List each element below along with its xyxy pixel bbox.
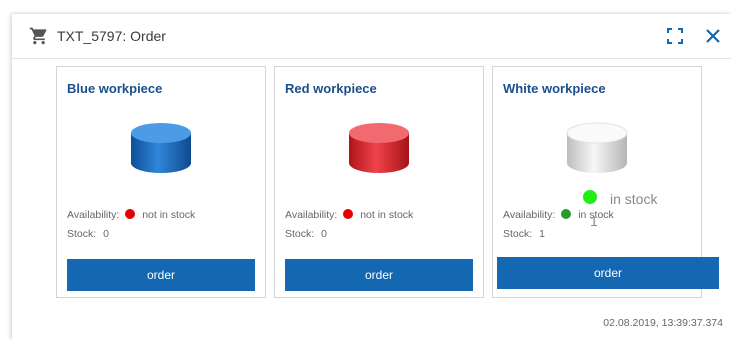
card-title: White workpiece <box>503 81 606 96</box>
live-status-dot <box>583 190 597 204</box>
workpiece-card-blue: Blue workpiece Availability: not in stoc… <box>56 66 266 298</box>
availability-status: not in stock <box>360 209 414 221</box>
live-status-text: in stock <box>610 191 658 207</box>
stock-row: Stock: 1 <box>503 228 545 240</box>
order-button-blue[interactable]: order <box>67 259 255 291</box>
expand-icon[interactable] <box>667 28 683 44</box>
stock-label: Stock: <box>503 228 533 240</box>
card-title: Red workpiece <box>285 81 377 96</box>
stock-label: Stock: <box>67 228 97 240</box>
availability-row: Availability: not in stock <box>67 209 195 221</box>
stock-value: 0 <box>321 228 327 240</box>
stock-value: 1 <box>539 228 545 240</box>
availability-status: not in stock <box>142 209 196 221</box>
stock-row: Stock: 0 <box>285 228 327 240</box>
availability-label: Availability: <box>285 209 338 221</box>
availability-row: Availability: not in stock <box>285 209 413 221</box>
workpiece-card-white: White workpiece Availability: in stock S… <box>492 66 719 298</box>
dialog-title: TXT_5797: Order <box>57 28 166 44</box>
order-button-red[interactable]: order <box>285 259 473 291</box>
status-dot <box>343 209 354 219</box>
dialog-titlebar: TXT_5797: Order <box>12 14 731 59</box>
order-button-white[interactable]: order <box>497 257 719 289</box>
cart-icon <box>29 27 47 45</box>
availability-label: Availability: <box>503 209 556 221</box>
order-dialog: TXT_5797: Order Blue workpiece Availabil… <box>12 14 731 340</box>
workpiece-card-red: Red workpiece Availability: not in stock… <box>274 66 484 298</box>
stock-label: Stock: <box>285 228 315 240</box>
red-workpiece-image <box>349 123 409 173</box>
close-icon[interactable] <box>704 27 722 45</box>
timestamp: 02.08.2019, 13:39:37.374 <box>603 317 723 329</box>
stock-row: Stock: 0 <box>67 228 109 240</box>
card-title: Blue workpiece <box>67 81 163 96</box>
status-dot <box>561 209 572 219</box>
live-stock-value: 1 <box>590 213 598 229</box>
availability-label: Availability: <box>67 209 120 221</box>
blue-workpiece-image <box>131 123 191 173</box>
white-workpiece-image <box>566 122 628 173</box>
stock-value: 0 <box>103 228 109 240</box>
status-dot <box>125 209 136 219</box>
